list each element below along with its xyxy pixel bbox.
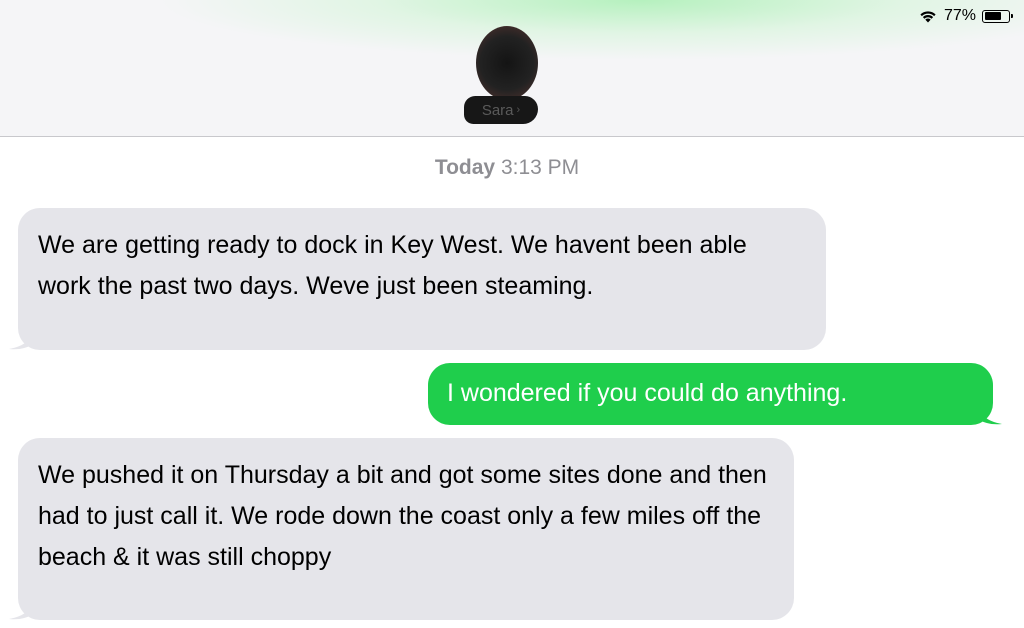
battery-percent: 77%	[943, 7, 976, 24]
message-bubble-incoming[interactable]: We are getting ready to dock in Key West…	[9, 208, 826, 350]
message-text: I wondered if you could do anything.	[447, 379, 848, 407]
contact-name: Sara	[481, 101, 514, 119]
message-bubble-incoming[interactable]: We pushed it on Thursday a bit and got s…	[9, 438, 794, 620]
battery-icon	[982, 9, 1013, 23]
contact-avatar[interactable]	[476, 26, 538, 100]
message-text: We pushed it on Thursday a bit and got s…	[38, 461, 767, 571]
conversation-header: 77% Sara ›	[0, 0, 1024, 137]
contact-name-button[interactable]: Sara ›	[464, 96, 538, 124]
wifi-icon	[920, 11, 936, 23]
thread-timestamp: Today 3:13 PM	[0, 156, 1014, 180]
bubble-tail	[9, 330, 31, 350]
message-bubble-outgoing[interactable]: I wondered if you could do anything.	[428, 363, 1002, 425]
bubble-tail	[980, 405, 1002, 425]
message-text: We are getting ready to dock in Key West…	[38, 231, 747, 300]
chevron-right-icon: ›	[516, 104, 521, 116]
timestamp-date: Today	[434, 156, 496, 179]
status-bar: 77%	[918, 6, 1013, 26]
bubble-tail	[9, 600, 31, 620]
timestamp-time: 3:13 PM	[500, 156, 580, 179]
